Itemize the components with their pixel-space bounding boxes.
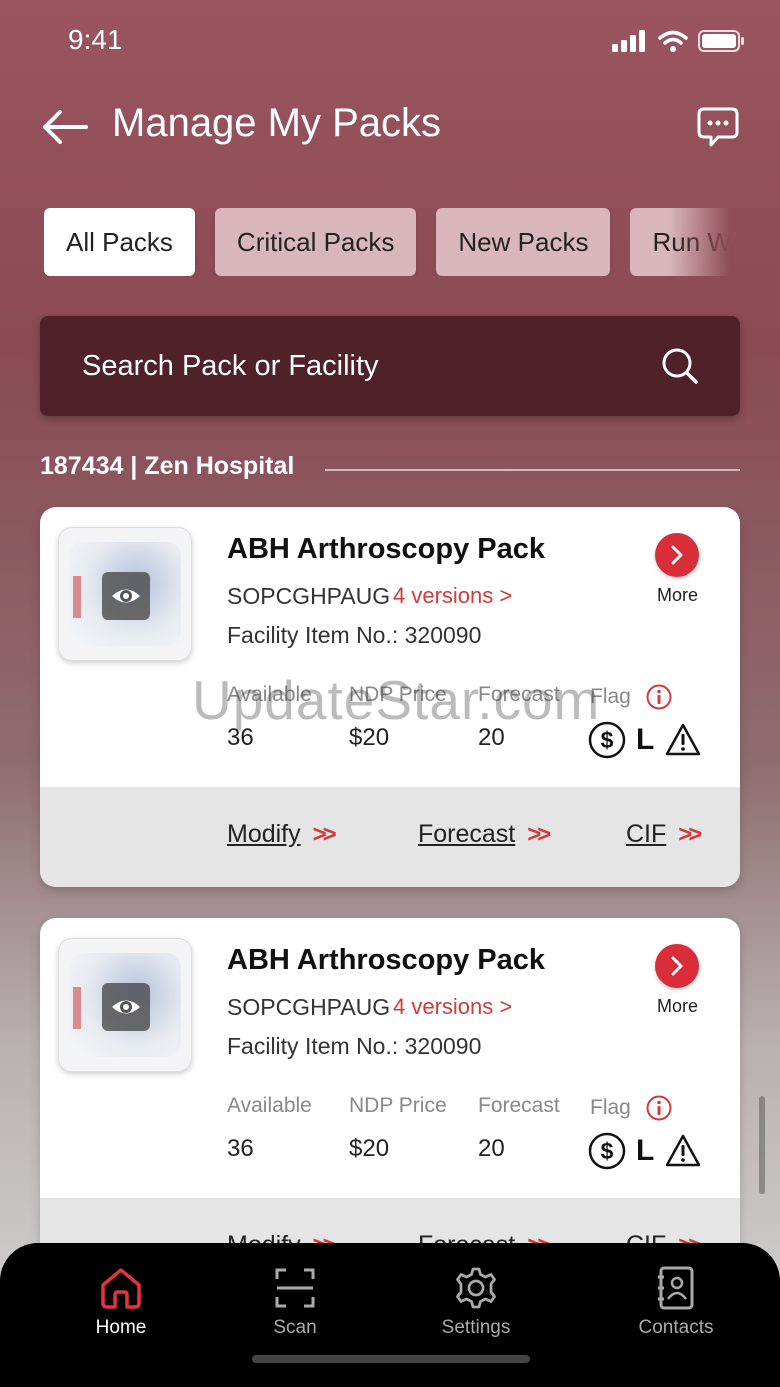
pack-code: SOPCGHPAUG [227, 583, 391, 609]
forecast-link[interactable]: Forecast >> [418, 820, 551, 849]
scan-icon [275, 1268, 315, 1308]
facility-label: 187434 | Zen Hospital [40, 452, 295, 480]
available-label: Available [227, 1094, 312, 1117]
nav-contacts[interactable]: Contacts [606, 1265, 746, 1341]
search-icon[interactable] [660, 346, 700, 386]
flag-letter: L [636, 1134, 655, 1167]
versions-link[interactable]: 4 versions > [393, 583, 512, 609]
forecast-label: Forecast [478, 1094, 560, 1117]
warning-icon [666, 723, 701, 756]
home-icon [101, 1268, 141, 1309]
ndp-price-value: $20 [349, 724, 390, 751]
gear-icon [456, 1267, 496, 1309]
nav-scan[interactable]: Scan [225, 1265, 365, 1341]
cif-link[interactable]: CIF >> [626, 820, 702, 849]
warning-icon [666, 1134, 701, 1167]
status-bar: 9:41 [0, 0, 780, 80]
more-label: More [656, 585, 698, 605]
status-icons [612, 30, 746, 52]
back-arrow-icon [43, 110, 88, 144]
status-time: 9:41 [68, 24, 123, 55]
nav-home[interactable]: Home [51, 1265, 191, 1341]
eye-icon [112, 589, 140, 603]
chevron-right-icon [671, 545, 683, 565]
divider [325, 469, 740, 471]
double-chevron-icon: >> [527, 820, 551, 848]
flag-label: Flag [590, 1096, 631, 1119]
search-bar [40, 316, 740, 416]
scrollbar[interactable] [759, 1096, 765, 1194]
flag-icons: $ L [588, 721, 702, 759]
chat-icon [697, 107, 739, 147]
dollar-flag-icon: $ [588, 721, 626, 759]
more-button[interactable] [655, 944, 699, 988]
versions-link[interactable]: 4 versions > [393, 994, 512, 1020]
card-actions: Modify >> Forecast >> CIF >> [40, 787, 740, 887]
more-button[interactable] [655, 533, 699, 577]
facility-item-number: Facility Item No.: 320090 [227, 1033, 482, 1059]
signal-icon [612, 30, 645, 52]
facility-header: 187434 | Zen Hospital [40, 452, 740, 488]
forecast-value: 20 [478, 1135, 505, 1162]
bottom-nav: Home Scan Settings Contacts [0, 1243, 780, 1387]
info-icon[interactable] [646, 684, 672, 710]
ndp-price-label: NDP Price [349, 683, 447, 706]
tab-run-w[interactable]: Run W [630, 208, 732, 276]
ndp-price-label: NDP Price [349, 1094, 447, 1117]
contacts-icon [658, 1266, 694, 1310]
ndp-price-value: $20 [349, 1135, 390, 1162]
flag-label: Flag [590, 685, 631, 708]
view-image-button[interactable] [102, 983, 150, 1031]
tab-critical-packs[interactable]: Critical Packs [214, 208, 417, 276]
pack-thumbnail[interactable] [58, 527, 192, 661]
chat-button[interactable] [696, 105, 740, 149]
pack-card: ABH Arthroscopy Pack SOPCGHPAUG 4 versio… [40, 507, 740, 887]
chevron-right-icon [671, 956, 683, 976]
eye-icon [112, 1000, 140, 1014]
view-image-button[interactable] [102, 572, 150, 620]
header: Manage My Packs [0, 95, 780, 165]
search-input[interactable] [82, 316, 642, 416]
double-chevron-icon: >> [312, 820, 337, 848]
flag-letter: L [636, 723, 655, 756]
info-icon[interactable] [646, 1095, 672, 1121]
svg-text:$: $ [601, 727, 614, 753]
available-label: Available [227, 683, 312, 706]
pack-code: SOPCGHPAUG [227, 994, 391, 1020]
available-value: 36 [227, 1135, 254, 1162]
nav-settings[interactable]: Settings [406, 1265, 546, 1341]
pack-name: ABH Arthroscopy Pack [227, 944, 546, 976]
dollar-flag-icon: $ [588, 1132, 626, 1170]
flag-icons: $ L [588, 1132, 702, 1170]
pack-name: ABH Arthroscopy Pack [227, 533, 546, 565]
pack-card: ABH Arthroscopy Pack SOPCGHPAUG 4 versio… [40, 918, 740, 1298]
modify-link[interactable]: Modify >> [227, 820, 337, 849]
double-chevron-icon: >> [678, 820, 702, 848]
facility-item-number: Facility Item No.: 320090 [227, 622, 482, 648]
battery-icon [698, 30, 744, 52]
tab-all-packs[interactable]: All Packs [44, 208, 195, 276]
forecast-value: 20 [478, 724, 505, 751]
home-indicator [252, 1355, 530, 1363]
pack-thumbnail[interactable] [58, 938, 192, 1072]
svg-text:$: $ [601, 1138, 614, 1164]
page-title: Manage My Packs [112, 101, 442, 145]
available-value: 36 [227, 724, 254, 751]
tab-new-packs[interactable]: New Packs [436, 208, 611, 276]
pack-filter-tabs: All Packs Critical Packs New Packs Run W [44, 208, 740, 276]
more-label: More [656, 996, 698, 1016]
forecast-label: Forecast [478, 683, 560, 706]
back-button[interactable] [40, 107, 90, 147]
wifi-icon [658, 30, 688, 52]
